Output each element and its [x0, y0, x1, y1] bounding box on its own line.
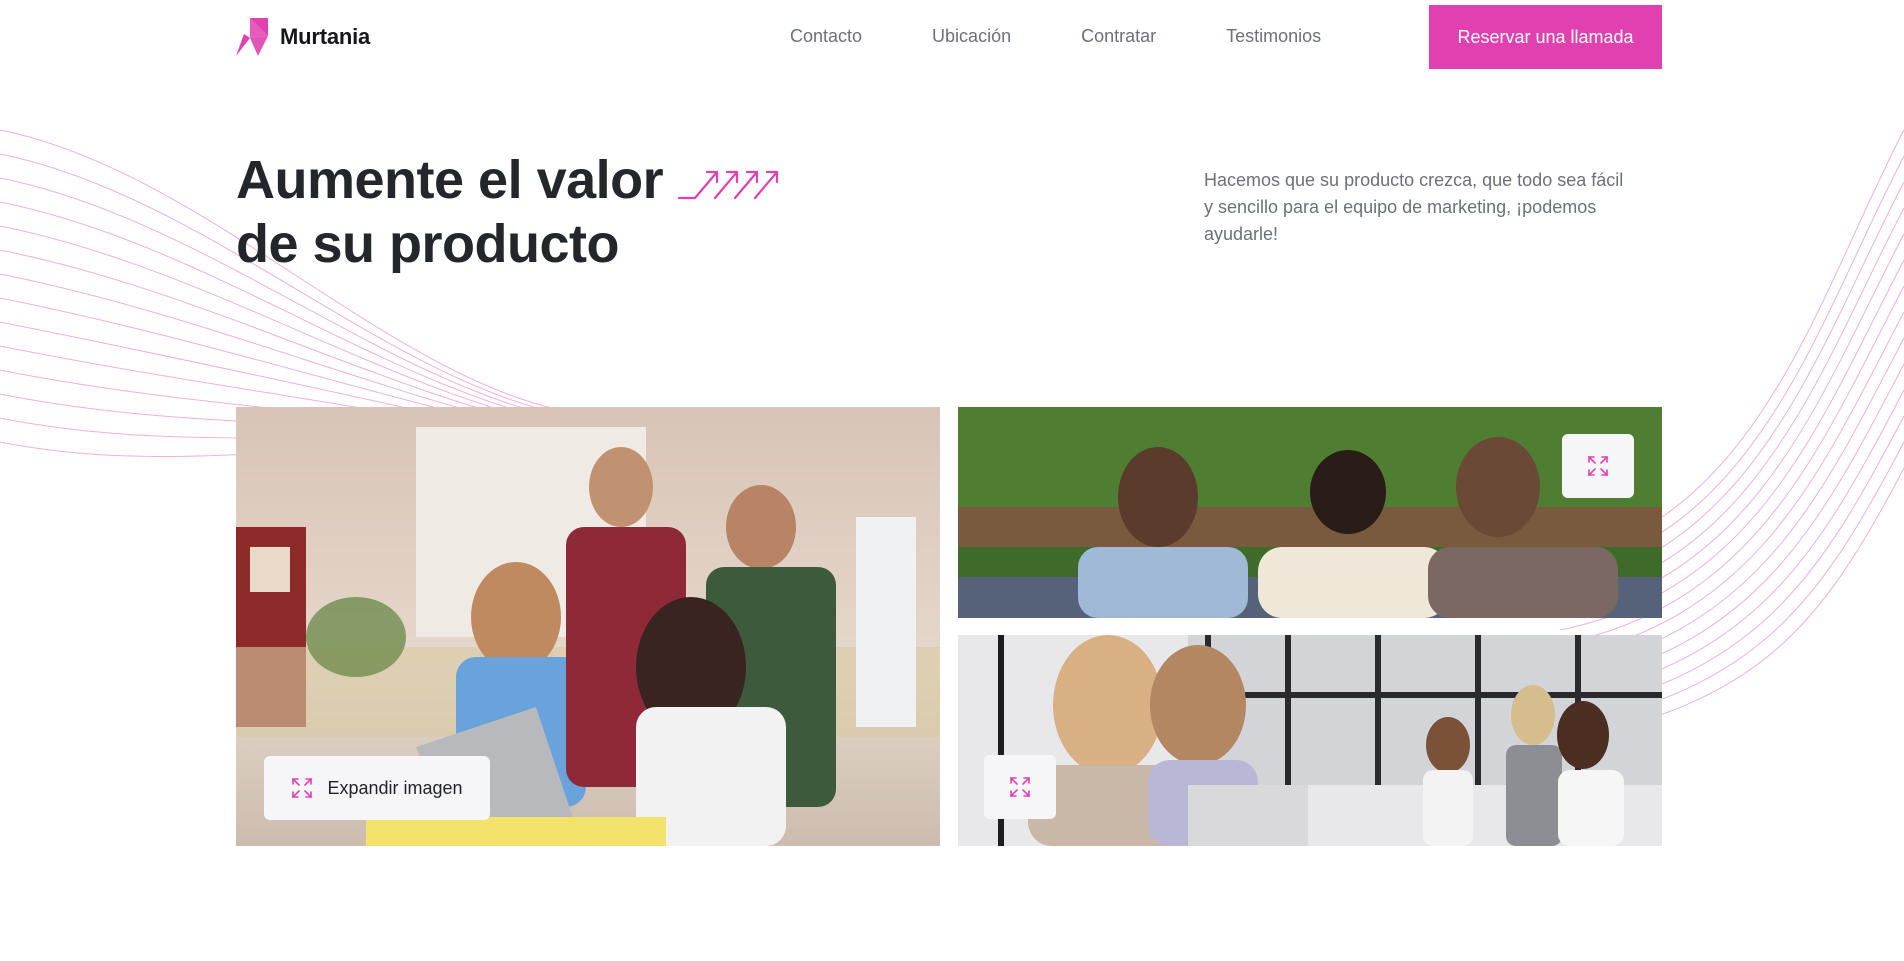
gallery-image-top[interactable] [958, 407, 1662, 618]
gallery-image-bottom[interactable] [958, 635, 1662, 846]
expand-icon [292, 778, 313, 798]
expand-image-button[interactable]: Expandir imagen [264, 756, 490, 820]
hero-title: Aumente el valor de su producto [236, 148, 789, 276]
gallery-image-main[interactable]: Expandir imagen [236, 407, 940, 846]
expand-icon [1588, 456, 1608, 476]
hero-description: Hacemos que su producto crezca, que todo… [1204, 170, 1624, 244]
nav-link-testimonios[interactable]: Testimonios [1226, 26, 1321, 47]
logo-mark-icon [236, 18, 268, 56]
nav-link-contacto[interactable]: Contacto [790, 26, 862, 47]
brand-name: Murtania [280, 24, 371, 49]
expand-image-bottom-button[interactable] [984, 755, 1056, 819]
site-header: Murtania Contacto Ubicación Contratar Te… [0, 0, 1904, 72]
logo[interactable]: Murtania [236, 18, 370, 56]
main-nav: Contacto Ubicación Contratar Testimonios [790, 0, 1321, 72]
hero-title-line1: Aumente el valor [236, 150, 664, 210]
office-women-photo [958, 635, 1662, 846]
growth-arrows-icon [678, 170, 779, 199]
nav-link-contratar[interactable]: Contratar [1081, 26, 1156, 47]
decor-line [0, 249, 561, 431]
hero-title-line2: de su producto [236, 214, 620, 274]
students-photo [958, 407, 1662, 618]
expand-image-label: Expandir imagen [327, 777, 463, 798]
expand-image-top-button[interactable] [1562, 434, 1634, 498]
book-call-button[interactable]: Reservar una llamada [1429, 5, 1662, 69]
expand-icon [1010, 777, 1030, 797]
nav-link-ubicacion[interactable]: Ubicación [932, 26, 1011, 47]
